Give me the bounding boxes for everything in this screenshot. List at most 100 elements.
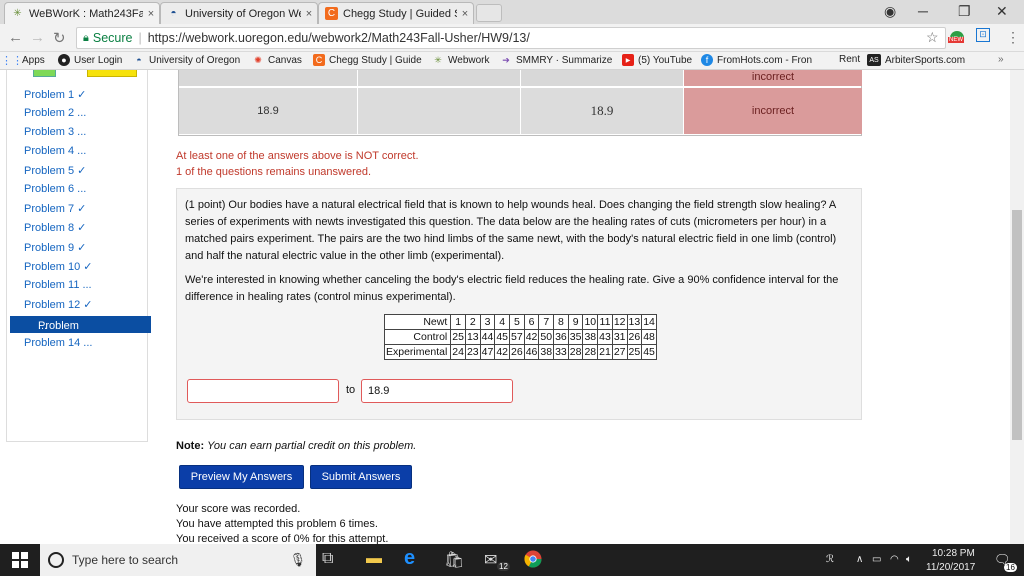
sidebar-item-problem-5[interactable]: Problem 5 ✓ [24,164,86,177]
sidebar-yellow-button[interactable] [87,70,137,77]
screenshot-extension-icon[interactable]: ⊡ [976,28,990,42]
bookmark-user-login[interactable]: ● User Login [58,54,122,66]
bookmark-label: Apps [22,54,45,66]
entered-answer: 18.9 [179,88,357,134]
volume-icon[interactable]: 🔈︎ [906,554,912,565]
sidebar-item-problem-2[interactable]: Problem 2... [24,107,86,119]
profile-icon[interactable]: ◉ [884,3,896,20]
problem-label: Problem 10 [24,261,81,273]
bookmark-label: Canvas [268,54,302,66]
sidebar-item-problem-9[interactable]: Problem 9 ✓ [24,241,86,254]
sidebar-item-problem-4[interactable]: Problem 4... [24,145,86,157]
dark-circle-icon: ● [58,54,70,66]
score-received-text: You received a score of 0% for this atte… [176,533,389,544]
wifi-icon[interactable]: ◠ [890,554,899,565]
task-view-icon[interactable]: ⧉ [322,550,333,568]
file-explorer-icon[interactable]: ▬ [366,550,382,568]
start-button[interactable] [0,544,40,576]
table-cell: 4 [494,314,511,330]
interval-upper-input[interactable]: 18.9 [361,379,513,403]
close-icon[interactable]: × [301,8,317,20]
minimize-icon[interactable]: ─ [918,3,928,19]
submit-answers-button[interactable]: Submit Answers [310,465,412,489]
tray-chevron-icon[interactable]: ∧ [856,554,863,565]
new-badge: NEW [948,37,964,43]
sidebar-item-problem-1[interactable]: Problem 1 ✓ [24,88,86,101]
row-label: Experimental [383,344,452,360]
restore-icon[interactable]: ❐ [958,3,971,20]
forward-icon[interactable]: → [30,29,45,46]
sidebar-item-problem-8[interactable]: Problem 8 ✓ [24,221,86,234]
url-text: https://webwork.uoregon.edu/webwork2/Mat… [147,31,530,45]
close-icon[interactable]: × [457,8,473,20]
edge-icon[interactable]: e [404,547,415,570]
store-icon[interactable]: 🛍︎ [444,550,464,570]
people-icon[interactable]: ℛ [826,554,834,565]
results-cell-top-3 [521,70,683,86]
bookmark-webwork[interactable]: ✳ Webwork [432,54,489,66]
microphone-icon[interactable]: 🎙︎ [289,552,306,568]
table-cell: 28 [567,344,584,360]
score-recorded-text: Your score was recorded. [176,503,301,515]
sidebar-item-problem-3[interactable]: Problem 3... [24,126,86,138]
bookmark-label: Chegg Study | Guide [329,54,422,66]
bookmark-label: ArbiterSports.com [885,54,966,66]
tab-webwork[interactable]: ✳ WeBWorK : Math243Fall × [4,2,160,24]
tab-strip: ✳ WeBWorK : Math243Fall × ◓ University o… [0,0,1024,24]
bookmark-apps[interactable]: ⋮⋮ Apps [1,54,45,67]
sidebar-item-problem-11[interactable]: Problem 11... [24,279,92,291]
preview-answers-button[interactable]: Preview My Answers [179,465,304,489]
bookmark-arbitersports[interactable]: AS ArbiterSports.com [867,54,965,66]
table-cell: 6 [523,314,540,330]
clock-date[interactable]: 11/20/2017 [926,562,975,573]
bookmark-university-of-oregon[interactable]: ◓ University of Oregon [133,54,240,66]
problem-status: ... [83,337,93,349]
sidebar-item-problem-12[interactable]: Problem 12 ✓ [24,298,92,311]
close-window-icon[interactable]: ✕ [996,3,1008,20]
table-cell: 45 [494,329,511,345]
table-cell: 31 [611,329,628,345]
extension-icon[interactable]: NEW [948,27,964,43]
scrollbar-thumb[interactable] [1012,210,1022,440]
sidebar-item-problem-6[interactable]: Problem 6... [24,183,86,195]
windows-logo-icon [12,552,28,568]
sidebar-green-button[interactable] [33,70,56,77]
sidebar-item-problem-7[interactable]: Problem 7 ✓ [24,202,86,215]
bookmark-chegg[interactable]: C Chegg Study | Guide [313,54,422,66]
bookmark-star-icon[interactable]: ☆ [926,29,939,46]
bookmark-rent[interactable]: Rent [839,54,860,65]
close-icon[interactable]: × [143,8,159,20]
bookmark-youtube[interactable]: ▶ (5) YouTube [622,54,692,66]
new-tab-button[interactable] [476,4,502,22]
interval-lower-input[interactable] [187,379,339,403]
problem-status: ✓ [77,165,87,177]
table-row: Newt 1 2 3 4 5 6 7 8 9 10 11 12 13 14 [383,314,657,330]
address-bar[interactable]: 🔒︎ Secure | https://webwork.uoregon.edu/… [76,27,946,49]
more-bookmarks-icon[interactable]: » [998,54,1004,65]
table-cell: 43 [597,329,613,345]
tab-university-of-oregon[interactable]: ◓ University of Oregon We × [160,2,318,24]
problem-label: Problem 5 [24,165,75,177]
sidebar-item-problem-14[interactable]: Problem 14... [24,337,92,349]
lock-icon: 🔒︎ [83,31,89,44]
problem-text: (1 point) Our bodies have a natural elec… [185,199,837,262]
tab-chegg[interactable]: C Chegg Study | Guided So × [318,2,474,24]
bookmark-fromhots[interactable]: f FromHots.com - Fron [701,54,812,66]
bookmark-canvas[interactable]: ✺ Canvas [252,54,302,66]
chrome-logo-icon [524,550,542,568]
clock-time[interactable]: 10:28 PM [932,548,975,559]
back-icon[interactable]: ← [8,29,23,46]
taskbar-search[interactable]: Type here to search 🎙︎ [40,544,316,576]
sidebar-item-problem-10[interactable]: Problem 10 ✓ [24,260,92,273]
battery-icon[interactable]: ▭ [872,554,881,565]
table-cell: 33 [553,344,569,360]
page-scrollbar[interactable] [1010,70,1024,544]
mail-icon[interactable]: ✉ [484,550,497,570]
table-cell: 47 [479,344,496,360]
bookmark-smmry[interactable]: ➔ SMMRY · Summarize [500,54,612,66]
chrome-icon[interactable] [524,550,542,573]
menu-icon[interactable]: ⋮ [1006,29,1020,46]
table-cell: 25 [450,329,466,345]
reload-icon[interactable]: ↻ [53,29,66,47]
sidebar-item-problem-13[interactable]: Problem 13 ... [10,316,151,344]
